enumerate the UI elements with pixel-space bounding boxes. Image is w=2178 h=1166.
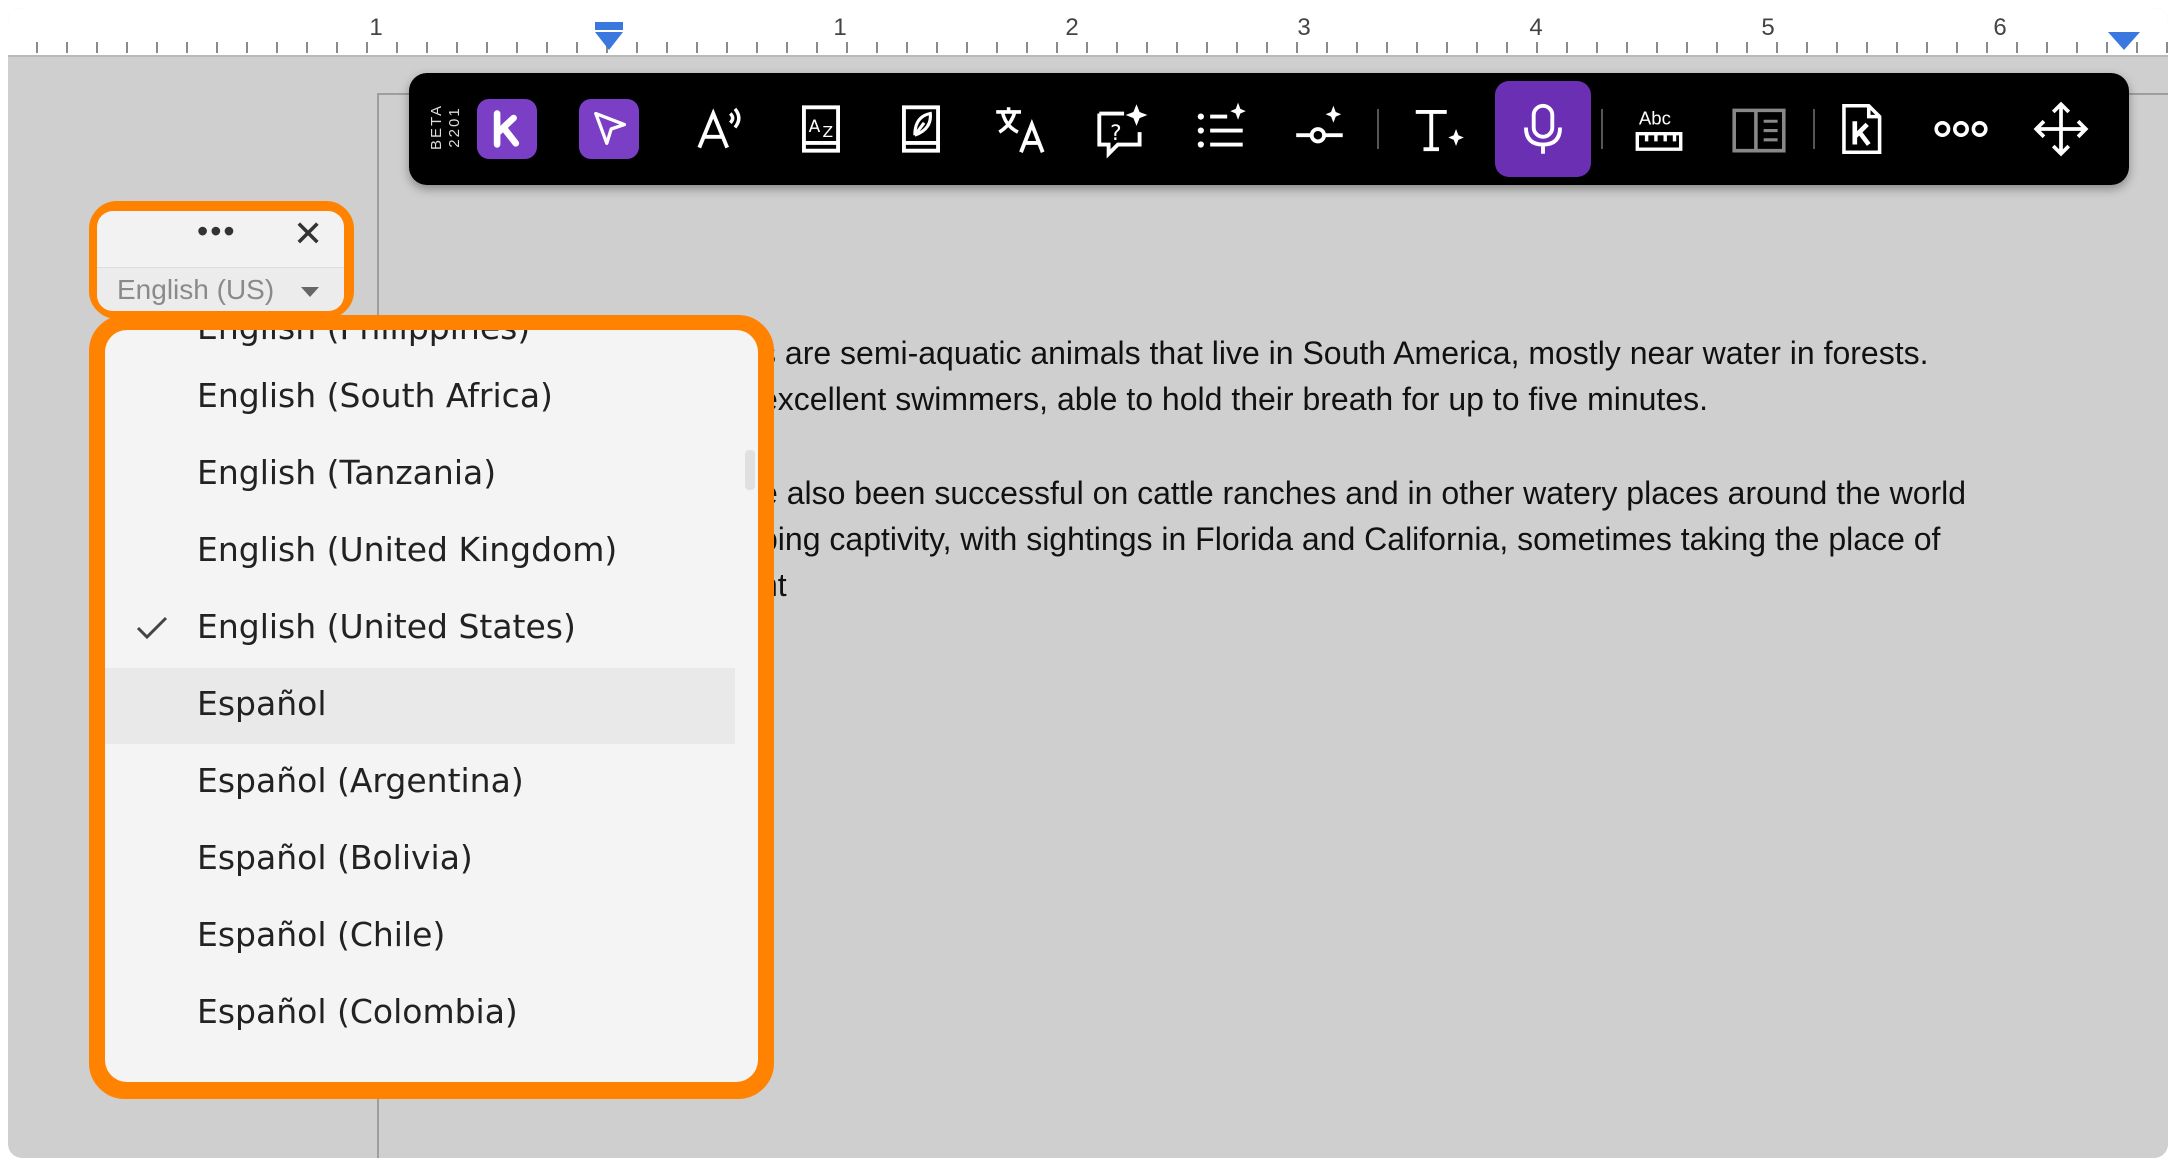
slider-sparkle-icon bbox=[1296, 105, 1343, 144]
more-dots-icon bbox=[1934, 121, 1988, 137]
paragraph: e also been successful on cattle ranches… bbox=[760, 470, 2140, 608]
list-item-label: Español (Bolivia) bbox=[197, 838, 473, 877]
select-tool-button[interactable] bbox=[579, 99, 639, 159]
text-line: excellent swimmers, able to hold their b… bbox=[760, 381, 1708, 417]
list-item[interactable]: English (United Kingdom) bbox=[105, 514, 735, 590]
list-item-label: Español (Chile) bbox=[197, 915, 446, 954]
list-item-label: English (United Kingdom) bbox=[197, 530, 618, 569]
book-icon bbox=[902, 105, 940, 153]
svg-text:A: A bbox=[809, 117, 821, 137]
list-ai-button[interactable] bbox=[1179, 87, 1263, 171]
more-dots-icon[interactable]: ••• bbox=[197, 215, 237, 247]
list-item-label: English (United States) bbox=[197, 607, 576, 646]
indent-marker-icon[interactable] bbox=[593, 22, 625, 52]
checkmark-icon bbox=[136, 616, 168, 640]
microphone-icon bbox=[1524, 103, 1562, 154]
ruler-number: 2 bbox=[1065, 14, 1079, 41]
dictionary-button[interactable]: A Z bbox=[779, 87, 863, 171]
chevron-down-icon bbox=[301, 287, 319, 297]
close-icon[interactable]: ✕ bbox=[293, 216, 323, 252]
language-select[interactable]: English (US) bbox=[97, 267, 344, 311]
list-item[interactable]: Español (Argentina) bbox=[105, 745, 735, 821]
kami-doc-button[interactable] bbox=[1819, 87, 1903, 171]
toolbar-divider bbox=[1601, 109, 1603, 149]
kami-logo-button[interactable] bbox=[477, 99, 537, 159]
list-item-label: Español (Colombia) bbox=[197, 992, 518, 1031]
svg-text:?: ? bbox=[1110, 121, 1122, 146]
translate-icon bbox=[996, 107, 1045, 153]
version-label: 2201 bbox=[446, 106, 463, 148]
list-item-label: English (Philippines) bbox=[197, 330, 530, 347]
beta-badge: BETA 2201 bbox=[428, 97, 464, 157]
list-item[interactable]: English (Tanzania) bbox=[105, 437, 735, 513]
svg-text:Abc: Abc bbox=[1639, 107, 1671, 128]
text-sparkle-icon bbox=[1415, 110, 1464, 152]
book-button[interactable] bbox=[879, 87, 963, 171]
text-line: nt bbox=[760, 562, 2140, 608]
toolbar-divider bbox=[1377, 109, 1379, 149]
kami-k-icon bbox=[493, 110, 520, 148]
spelling-ruler-button[interactable]: Abc bbox=[1617, 87, 1701, 171]
right-indent-marker-icon[interactable] bbox=[2108, 30, 2140, 52]
paragraph: s are semi-aquatic animals that live in … bbox=[760, 330, 2140, 422]
ruler-number: 1 bbox=[369, 14, 383, 41]
ruler-number: 1 bbox=[833, 14, 847, 41]
text-to-speech-icon bbox=[697, 107, 741, 149]
dictionary-icon: A Z bbox=[802, 105, 840, 153]
kami-toolbar: BETA 2201 A Z ? Abc bbox=[409, 73, 2129, 185]
list-item-label: Español bbox=[197, 684, 327, 723]
beta-label: BETA bbox=[428, 103, 445, 151]
translate-button[interactable] bbox=[979, 87, 1063, 171]
abc-ruler-icon: Abc bbox=[1635, 107, 1683, 151]
question-ai-button[interactable]: ? bbox=[1079, 87, 1163, 171]
kami-doc-icon bbox=[1842, 103, 1882, 155]
language-control: ••• ✕ English (US) bbox=[97, 211, 344, 311]
list-item[interactable]: Español (Colombia) bbox=[105, 976, 735, 1052]
list-item-hovered[interactable]: Español bbox=[105, 668, 735, 744]
read-aloud-button[interactable] bbox=[679, 87, 763, 171]
list-item-label: English (Tanzania) bbox=[197, 453, 497, 492]
cursor-pointer-icon bbox=[594, 111, 627, 145]
list-item[interactable]: English (South Africa) bbox=[105, 360, 735, 436]
ruler-number: 3 bbox=[1297, 14, 1311, 41]
ruler: 1 1 2 3 4 5 6 bbox=[8, 8, 2168, 57]
ruler-number: 6 bbox=[1993, 14, 2007, 41]
app-frame: 1 1 2 3 4 5 6 s are semi-aquatic animals… bbox=[8, 8, 2168, 1158]
text-line: s are semi-aquatic animals that live in … bbox=[760, 335, 1929, 371]
reader-view-button[interactable] bbox=[1717, 87, 1801, 171]
open-book-icon bbox=[1732, 108, 1786, 153]
svg-text:Z: Z bbox=[823, 123, 834, 141]
slider-ai-button[interactable] bbox=[1279, 87, 1363, 171]
ruler-number: 4 bbox=[1529, 14, 1543, 41]
text-style-button[interactable] bbox=[1397, 87, 1481, 171]
document-body[interactable]: s are semi-aquatic animals that live in … bbox=[760, 330, 2140, 656]
language-dropdown-list[interactable]: English (Philippines) English (South Afr… bbox=[105, 330, 758, 1082]
list-item-label: Español (Argentina) bbox=[197, 761, 524, 800]
language-select-value: English (US) bbox=[117, 274, 275, 305]
list-item-label: English (South Africa) bbox=[197, 376, 553, 415]
text-line: e also been successful on cattle ranches… bbox=[760, 475, 1967, 511]
toolbar-divider bbox=[1813, 109, 1815, 149]
list-item[interactable]: Español (Chile) bbox=[105, 899, 735, 975]
list-item-selected[interactable]: English (United States) bbox=[105, 591, 735, 667]
ruler-number: 5 bbox=[1761, 14, 1775, 41]
dictation-button[interactable] bbox=[1495, 81, 1591, 177]
question-sparkle-icon: ? bbox=[1097, 104, 1148, 159]
list-item[interactable]: Español (Bolivia) bbox=[105, 822, 735, 898]
more-button[interactable] bbox=[1919, 87, 2003, 171]
list-sparkle-icon bbox=[1197, 102, 1246, 148]
move-button[interactable] bbox=[2019, 87, 2103, 171]
move-arrows-icon bbox=[2033, 101, 2089, 157]
text-line: ping captivity, with sightings in Florid… bbox=[760, 521, 1941, 557]
scrollbar-thumb[interactable] bbox=[745, 450, 755, 490]
